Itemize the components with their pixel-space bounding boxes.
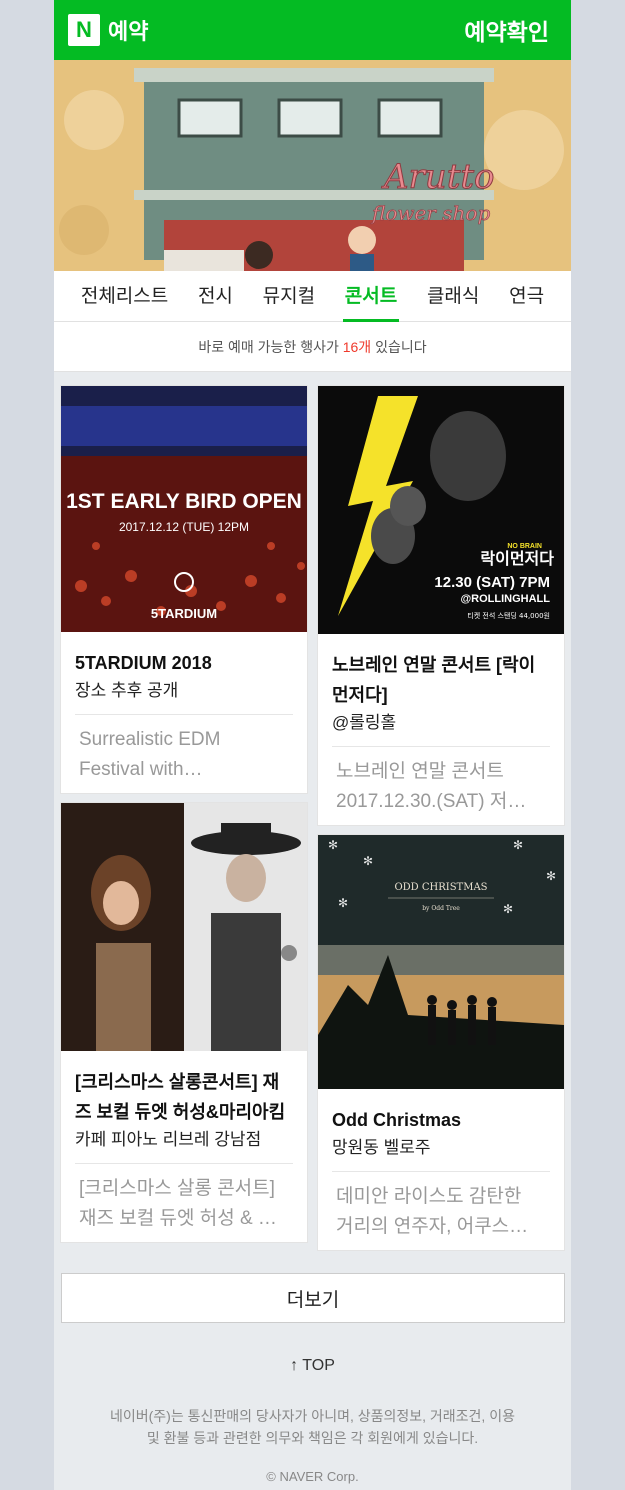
svg-text:✻: ✻	[363, 854, 373, 868]
svg-text:✻: ✻	[328, 838, 338, 852]
event-card-odd-christmas[interactable]: ODD CHRISTMAS by Odd Tree ✻ ✻ ✻ ✻ ✻ ✻ Odd Ch…	[317, 834, 565, 1251]
svg-text:✻: ✻	[338, 896, 348, 910]
count-prefix: 바로 예매 가능한 행사가	[198, 338, 343, 355]
available-count-bar: 바로 예매 가능한 행사가 16개 있습니다	[54, 322, 571, 372]
event-card-5tardium[interactable]: 1ST EARLY BIRD OPEN 2017.12.12 (TUE) 12P…	[60, 385, 308, 794]
poster-headline: ODD CHRISTMAS	[394, 882, 487, 893]
brand[interactable]: N 예약	[68, 14, 148, 46]
svg-text:✻: ✻	[503, 902, 513, 916]
tab-concert[interactable]: 콘서트	[342, 271, 400, 322]
tab-play[interactable]: 연극	[507, 271, 546, 322]
card-title: 5TARDIUM 2018	[75, 653, 212, 673]
event-grid: 1ST EARLY BIRD OPEN 2017.12.12 (TUE) 12P…	[54, 372, 571, 1259]
card-desc-line: Festival with…	[79, 759, 203, 780]
banner-shop-name: Arutto	[381, 157, 495, 197]
card-desc-line: 노브레인 연말 콘서트	[336, 761, 504, 782]
event-poster-christmas-salon	[61, 803, 307, 1051]
poster-date: 12.30 (SAT) 7PM	[434, 574, 550, 591]
card-place: 장소 추후 공개	[75, 678, 293, 715]
card-place: 망원동 벨로주	[332, 1135, 550, 1172]
card-description: Surrealistic EDM Festival with…	[75, 715, 293, 793]
reservation-confirm-link[interactable]: 예약확인	[464, 13, 549, 47]
poster-logo: 락이먼저다	[480, 549, 554, 568]
grid-column-left: 1ST EARLY BIRD OPEN 2017.12.12 (TUE) 12P…	[60, 385, 308, 1259]
event-count: 16개	[342, 338, 372, 355]
tab-exhibition[interactable]: 전시	[196, 271, 235, 322]
banner-image[interactable]: Arutto flower shop	[54, 60, 571, 271]
category-tabs: 전체리스트 전시 뮤지컬 콘서트 클래식 연극	[54, 271, 571, 322]
card-description: 데미안 라이스도 감탄한 거리의 연주자, 어쿠스…	[332, 1172, 550, 1250]
page: N 예약 예약확인 Arutto flower shop 전체리스트 전시 뮤지…	[54, 0, 571, 1490]
svg-text:✻: ✻	[513, 838, 523, 852]
card-title: 노브레인 연말 콘서트 [락이 먼저다]	[332, 655, 536, 705]
card-description: 노브레인 연말 콘서트 2017.12.30.(SAT) 저…	[332, 747, 550, 825]
svg-text:✻: ✻	[546, 869, 556, 883]
card-title: [크리스마스 살롱콘서트] 재즈 보컬 듀엣 허성&마리아킴	[75, 1072, 286, 1122]
grid-column-right: NO BRAIN 락이먼저다 12.30 (SAT) 7PM @ROLLINGH…	[317, 385, 565, 1259]
tab-all-list[interactable]: 전체리스트	[79, 271, 170, 322]
footer-notice-line: 네이버(주)는 통신판매의 당사자가 아니며, 상품의정보, 거래조건, 이용	[110, 1408, 515, 1424]
app-title[interactable]: 예약	[108, 14, 148, 46]
card-title: Odd Christmas	[332, 1110, 462, 1130]
copyright: © NAVER Corp.	[266, 1469, 359, 1484]
card-desc-line: 재즈 보컬 듀엣 허성 & …	[79, 1208, 277, 1229]
card-info: [크리스마스 살롱콘서트] 재즈 보컬 듀엣 허성&마리아킴 카페 피아노 리브…	[61, 1051, 307, 1242]
card-desc-line: 거리의 연주자, 어쿠스…	[336, 1216, 529, 1237]
banner-shop-sub: flower shop	[370, 201, 490, 225]
event-poster-5tardium: 1ST EARLY BIRD OPEN 2017.12.12 (TUE) 12P…	[61, 386, 307, 632]
scroll-top-link[interactable]: ↑ TOP	[54, 1357, 571, 1375]
poster-ticket: 티켓 전석 스탠딩 44,000원	[467, 611, 550, 620]
poster-brand: 5TARDIUM	[151, 606, 217, 621]
footer-notice-line: 및 환불 등과 관련한 의무와 책임은 각 회원에게 있습니다.	[146, 1430, 479, 1446]
card-desc-line: Surrealistic EDM	[79, 729, 221, 750]
card-desc-line: 데미안 라이스도 감탄한	[336, 1186, 522, 1207]
load-more-button[interactable]: 더보기	[61, 1273, 565, 1323]
card-info: 5TARDIUM 2018 장소 추후 공개 Surrealistic EDM …	[61, 632, 307, 793]
poster-venue: @ROLLINGHALL	[460, 593, 550, 605]
poster-date: 2017.12.12 (TUE) 12PM	[119, 520, 249, 534]
tab-classic[interactable]: 클래식	[425, 271, 481, 322]
card-info: Odd Christmas 망원동 벨로주 데미안 라이스도 감탄한 거리의 연…	[318, 1089, 564, 1250]
event-card-christmas-salon[interactable]: [크리스마스 살롱콘서트] 재즈 보컬 듀엣 허성&마리아킴 카페 피아노 리브…	[60, 802, 308, 1243]
card-desc-line: 2017.12.30.(SAT) 저…	[336, 791, 527, 812]
card-place: 카페 피아노 리브레 강남점	[75, 1127, 293, 1164]
event-card-nobrain[interactable]: NO BRAIN 락이먼저다 12.30 (SAT) 7PM @ROLLINGH…	[317, 385, 565, 826]
event-poster-odd-christmas: ODD CHRISTMAS by Odd Tree ✻ ✻ ✻ ✻ ✻ ✻	[318, 835, 564, 1089]
card-description: [크리스마스 살롱 콘서트] 재즈 보컬 듀엣 허성 & …	[75, 1164, 293, 1242]
event-poster-nobrain: NO BRAIN 락이먼저다 12.30 (SAT) 7PM @ROLLINGH…	[318, 386, 564, 634]
naver-logo-icon[interactable]: N	[68, 14, 100, 46]
poster-by: by Odd Tree	[422, 905, 460, 912]
header: N 예약 예약확인	[54, 0, 571, 60]
card-info: 노브레인 연말 콘서트 [락이 먼저다] @롤링홀 노브레인 연말 콘서트 20…	[318, 634, 564, 825]
count-suffix: 있습니다	[371, 338, 427, 355]
footer-notice: 네이버(주)는 통신판매의 당사자가 아니며, 상품의정보, 거래조건, 이용 …	[76, 1405, 549, 1449]
poster-headline: 1ST EARLY BIRD OPEN	[66, 490, 302, 513]
tab-musical[interactable]: 뮤지컬	[261, 271, 317, 322]
card-place: @롤링홀	[332, 710, 550, 747]
card-desc-line: [크리스마스 살롱 콘서트]	[79, 1178, 275, 1199]
